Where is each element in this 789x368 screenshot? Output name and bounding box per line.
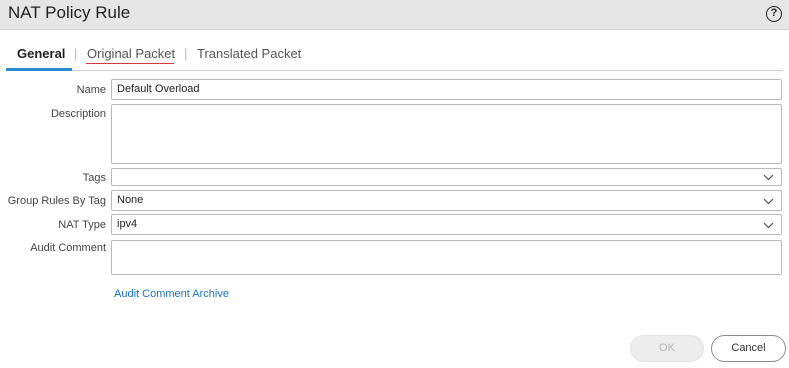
group-rules-by-tag-label: Group Rules By Tag: [7, 195, 106, 207]
chevron-down-icon[interactable]: [763, 219, 774, 231]
description-label: Description: [50, 108, 106, 120]
ok-button[interactable]: OK: [630, 335, 704, 362]
description-field[interactable]: [111, 104, 782, 164]
group-rules-by-tag-select[interactable]: None: [111, 190, 782, 211]
tab-general[interactable]: General: [17, 46, 65, 61]
nat-type-value: ipv4: [117, 218, 138, 230]
tab-original-packet[interactable]: Original Packet: [87, 46, 175, 61]
dialog-title-bar: NAT Policy Rule ?: [0, 0, 789, 30]
chevron-down-icon[interactable]: [763, 195, 774, 207]
audit-comment-field[interactable]: [111, 240, 782, 275]
nat-type-select[interactable]: ipv4: [111, 214, 782, 235]
dialog-title: NAT Policy Rule: [8, 3, 131, 22]
name-field[interactable]: Default Overload: [111, 79, 782, 100]
tab-separator: |: [74, 46, 78, 61]
tab-bar: General | Original Packet | Translated P…: [6, 41, 783, 71]
name-label: Name: [76, 84, 106, 96]
tags-label: Tags: [82, 172, 106, 184]
tab-translated-packet[interactable]: Translated Packet: [197, 46, 301, 61]
audit-comment-label: Audit Comment: [30, 242, 106, 254]
chevron-down-icon[interactable]: [763, 171, 774, 183]
audit-comment-archive-link[interactable]: Audit Comment Archive: [114, 288, 229, 300]
nat-type-label: NAT Type: [58, 219, 106, 231]
active-tab-indicator: [6, 68, 72, 71]
group-rules-by-tag-value: None: [117, 194, 144, 206]
help-icon[interactable]: ?: [766, 6, 782, 22]
name-value: Default Overload: [117, 83, 200, 95]
cancel-button[interactable]: Cancel: [711, 335, 786, 362]
tags-select[interactable]: [111, 168, 782, 186]
tab-separator: |: [184, 46, 188, 61]
tab-error-underline: [86, 63, 174, 64]
